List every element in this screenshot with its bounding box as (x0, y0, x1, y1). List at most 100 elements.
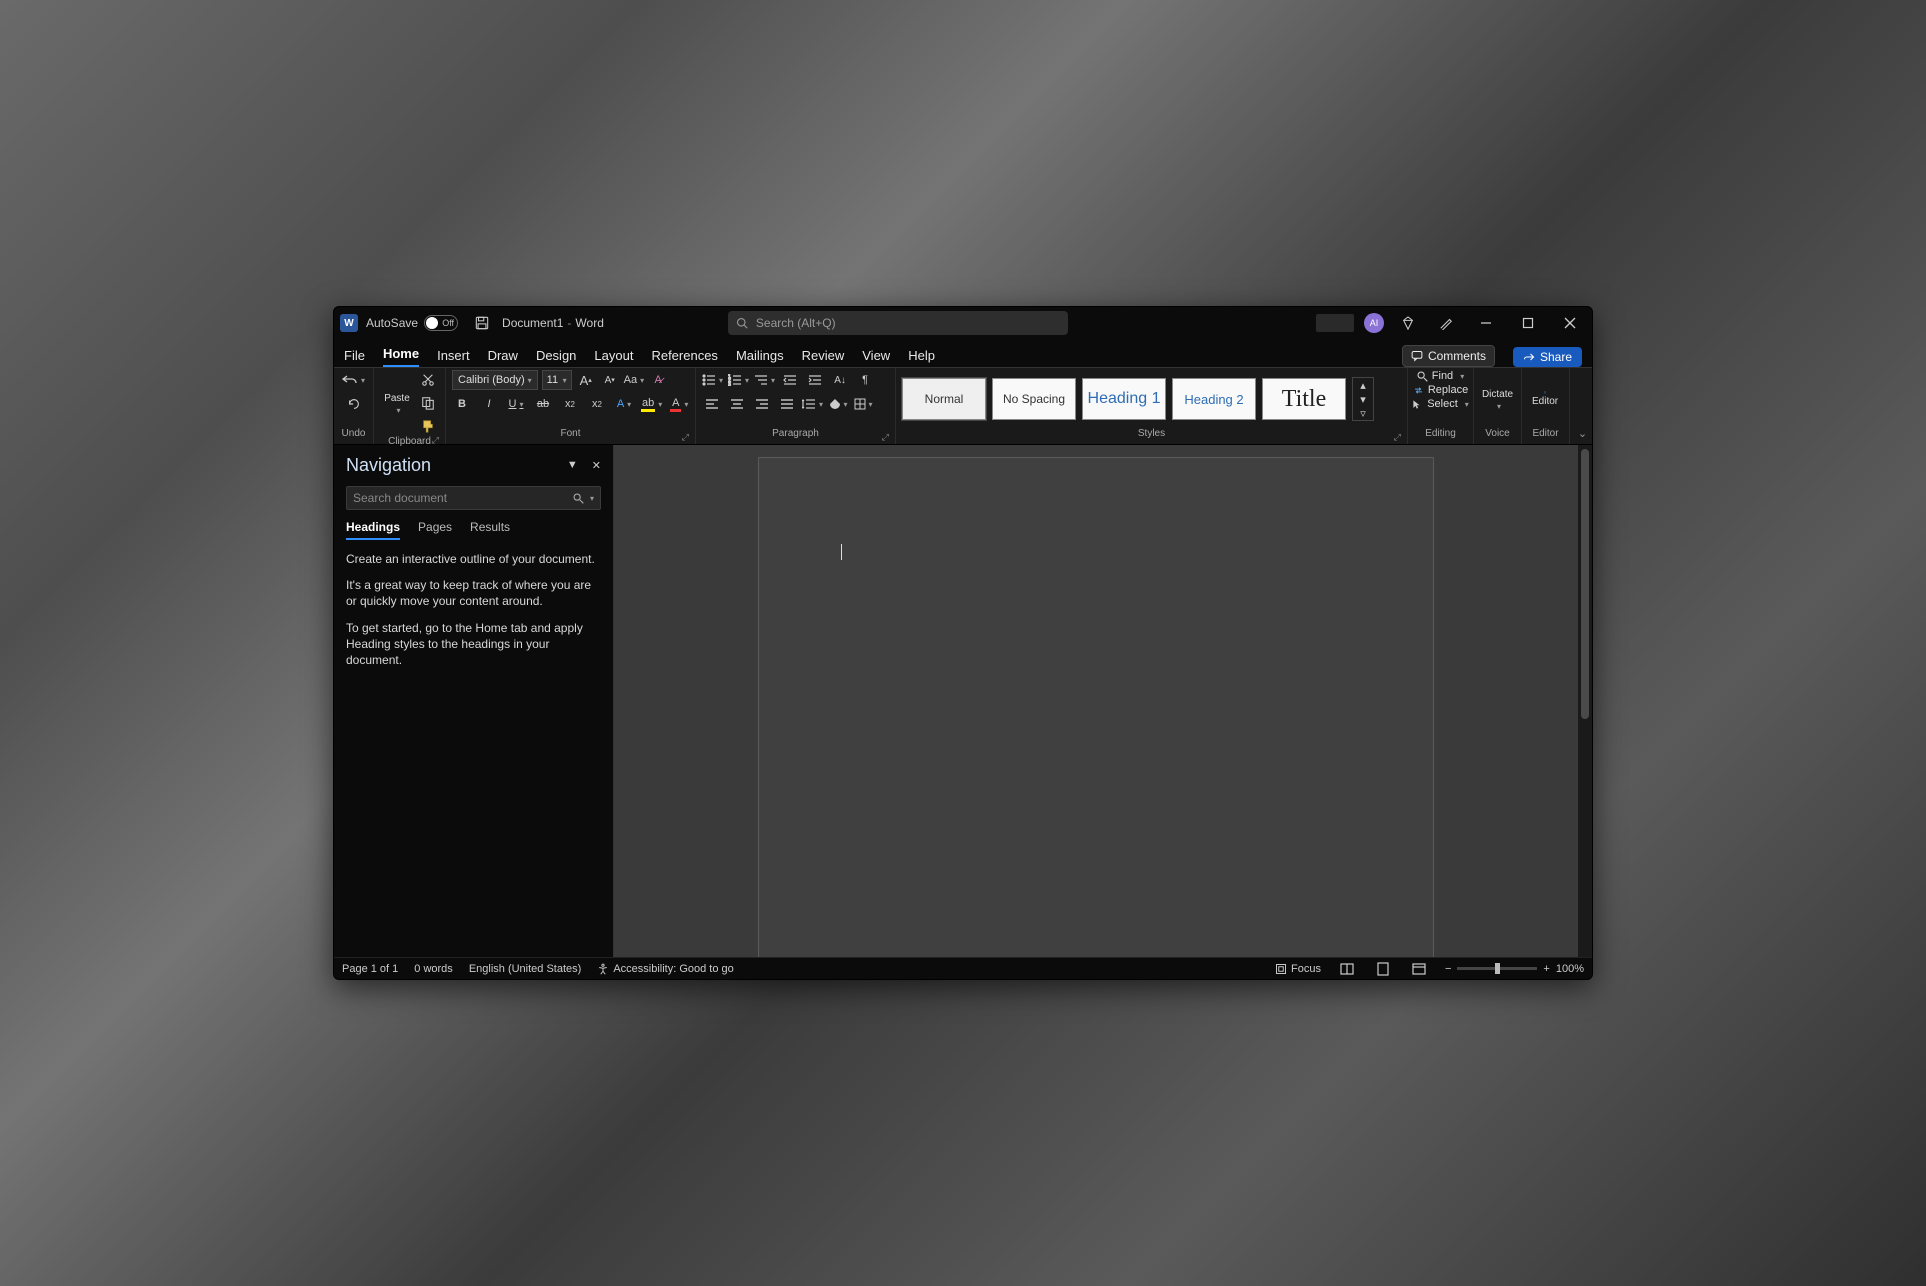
status-words[interactable]: 0 words (414, 963, 453, 975)
numbering-icon[interactable]: 123▾ (728, 370, 749, 390)
tab-review[interactable]: Review (802, 348, 845, 367)
vertical-scrollbar[interactable] (1578, 445, 1592, 957)
paragraph-dialog-icon[interactable]: ⤢ (882, 432, 889, 443)
style-normal[interactable]: Normal (902, 378, 986, 420)
text-effects-icon[interactable]: A▾ (614, 394, 634, 414)
diamond-icon[interactable] (1396, 311, 1420, 335)
close-button[interactable] (1554, 309, 1586, 337)
tab-references[interactable]: References (651, 348, 717, 367)
read-mode-icon[interactable] (1337, 959, 1357, 979)
change-case-icon[interactable]: Aa▾ (624, 370, 644, 390)
status-page[interactable]: Page 1 of 1 (342, 963, 398, 975)
justify-icon[interactable] (777, 394, 797, 414)
shading-icon[interactable]: ▾ (828, 394, 848, 414)
find-button[interactable]: Find▾ (1415, 370, 1466, 382)
align-right-icon[interactable] (752, 394, 772, 414)
pen-icon[interactable] (1434, 311, 1458, 335)
comments-button[interactable]: Comments (1402, 345, 1495, 367)
status-language[interactable]: English (United States) (469, 963, 582, 975)
style-title[interactable]: Title (1262, 378, 1346, 420)
web-layout-icon[interactable] (1409, 959, 1429, 979)
bullets-icon[interactable]: ▾ (702, 370, 723, 390)
tab-insert[interactable]: Insert (437, 348, 470, 367)
search-box[interactable]: Search (Alt+Q) (728, 311, 1068, 335)
align-center-icon[interactable] (727, 394, 747, 414)
tab-view[interactable]: View (862, 348, 890, 367)
zoom-in-icon[interactable]: + (1543, 963, 1549, 975)
styles-more-icon[interactable]: ▿ (1353, 406, 1373, 420)
clear-format-icon[interactable]: A̷ (648, 370, 668, 390)
redo-icon[interactable] (344, 394, 364, 414)
zoom-control[interactable]: − + 100% (1445, 963, 1584, 975)
align-left-icon[interactable] (702, 394, 722, 414)
style-heading2[interactable]: Heading 2 (1172, 378, 1256, 420)
strike-icon[interactable]: ab (533, 394, 553, 414)
account-name[interactable] (1316, 314, 1354, 332)
styles-dialog-icon[interactable]: ⤢ (1394, 432, 1401, 443)
user-avatar[interactable]: AI (1364, 313, 1384, 333)
highlight-icon[interactable]: ab▾ (641, 394, 662, 414)
styles-scroll-up-icon[interactable]: ▴ (1353, 378, 1373, 392)
nav-tab-headings[interactable]: Headings (346, 520, 400, 540)
tab-home[interactable]: Home (383, 346, 419, 367)
italic-icon[interactable]: I (479, 394, 499, 414)
share-button[interactable]: Share (1513, 347, 1582, 367)
multilevel-icon[interactable]: ▾ (754, 370, 775, 390)
save-icon[interactable] (470, 311, 494, 335)
tab-help[interactable]: Help (908, 348, 935, 367)
nav-search-input[interactable]: Search document ▾ (346, 486, 601, 510)
zoom-out-icon[interactable]: − (1445, 963, 1451, 975)
show-marks-icon[interactable]: ¶ (855, 370, 875, 390)
maximize-button[interactable] (1512, 309, 1544, 337)
style-heading1[interactable]: Heading 1 (1082, 378, 1166, 420)
document-area[interactable] (614, 445, 1578, 957)
tab-design[interactable]: Design (536, 348, 576, 367)
line-spacing-icon[interactable]: ▾ (802, 394, 823, 414)
clipboard-dialog-icon[interactable]: ⤢ (432, 435, 439, 446)
editor-button[interactable]: Editor (1528, 389, 1562, 409)
underline-icon[interactable]: U▾ (506, 394, 526, 414)
minimize-button[interactable] (1470, 309, 1502, 337)
cut-icon[interactable] (418, 370, 438, 390)
format-painter-icon[interactable] (418, 416, 438, 436)
bold-icon[interactable]: B (452, 394, 472, 414)
scrollbar-thumb[interactable] (1581, 449, 1589, 719)
borders-icon[interactable]: ▾ (853, 394, 873, 414)
nav-tab-pages[interactable]: Pages (418, 520, 452, 540)
nav-tab-results[interactable]: Results (470, 520, 510, 540)
autosave-toggle[interactable]: AutoSave Off (366, 315, 458, 331)
increase-indent-icon[interactable] (805, 370, 825, 390)
superscript-icon[interactable]: x2 (587, 394, 607, 414)
print-layout-icon[interactable] (1373, 959, 1393, 979)
replace-button[interactable]: Replace (1411, 384, 1470, 396)
font-name-selector[interactable]: Calibri (Body)▾ (452, 370, 538, 390)
undo-icon[interactable]: ▾ (342, 370, 365, 390)
sort-icon[interactable]: A↓ (830, 370, 850, 390)
font-dialog-icon[interactable]: ⤢ (682, 432, 689, 443)
status-accessibility[interactable]: Accessibility: Good to go (597, 963, 733, 975)
tab-file[interactable]: File (344, 348, 365, 367)
font-size-selector[interactable]: 11▾ (542, 370, 572, 390)
paste-button[interactable]: Paste ▾ (380, 393, 414, 413)
tab-layout[interactable]: Layout (594, 348, 633, 367)
zoom-level[interactable]: 100% (1556, 963, 1584, 975)
tab-draw[interactable]: Draw (488, 348, 518, 367)
subscript-icon[interactable]: x2 (560, 394, 580, 414)
style-nospacing[interactable]: No Spacing (992, 378, 1076, 420)
ribbon-collapse-icon[interactable]: ⌄ (1578, 427, 1587, 440)
grow-font-icon[interactable]: A▴ (576, 370, 596, 390)
autosave-switch[interactable]: Off (424, 315, 458, 331)
copy-icon[interactable] (418, 393, 438, 413)
shrink-font-icon[interactable]: A▾ (600, 370, 620, 390)
tab-mailings[interactable]: Mailings (736, 348, 784, 367)
zoom-slider-thumb[interactable] (1495, 963, 1500, 974)
select-button[interactable]: Select▾ (1410, 398, 1471, 410)
decrease-indent-icon[interactable] (780, 370, 800, 390)
nav-dropdown-icon[interactable]: ▼ (567, 459, 578, 472)
styles-scroll-down-icon[interactable]: ▾ (1353, 392, 1373, 406)
focus-button[interactable]: Focus (1275, 963, 1321, 975)
font-color-icon[interactable]: A▾ (669, 394, 689, 414)
nav-close-icon[interactable]: ✕ (592, 459, 601, 472)
zoom-slider[interactable] (1457, 967, 1537, 970)
document-page[interactable] (758, 457, 1434, 957)
